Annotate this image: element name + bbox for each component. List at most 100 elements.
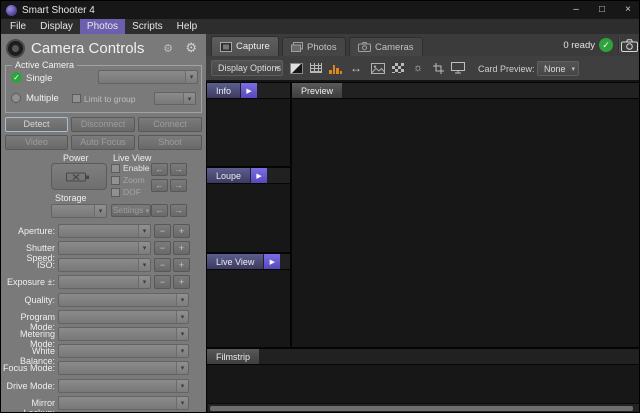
focus-mode-select[interactable]: ▾ (58, 361, 189, 375)
grid-icon[interactable] (307, 60, 325, 76)
info-panel-tab[interactable]: Info (207, 83, 240, 98)
disconnect-button[interactable]: Disconnect (71, 117, 135, 132)
crop-icon[interactable] (429, 60, 447, 76)
monitor-icon[interactable] (449, 60, 467, 76)
decrement-button[interactable]: − (154, 258, 171, 272)
increment-button[interactable]: + (173, 224, 190, 238)
app-logo-icon (6, 5, 17, 16)
cameras-tab-icon (358, 42, 371, 52)
menu-display[interactable]: Display (33, 19, 80, 34)
fit-width-icon[interactable]: ↔ (347, 60, 365, 76)
left-arrow-button[interactable]: ← (151, 163, 168, 176)
detect-button[interactable]: Detect (5, 117, 68, 132)
card-preview-value: None (544, 64, 566, 74)
metering-mode-select[interactable]: ▾ (58, 327, 189, 341)
brightness-icon[interactable]: ☼ (409, 60, 427, 76)
gear-icon[interactable]: ⚙ (163, 42, 173, 55)
capture-toolbar: Display Options ▾ ↔ ☼ (206, 56, 640, 80)
chevron-down-icon: ▾ (146, 208, 150, 215)
menu-scripts[interactable]: Scripts (125, 19, 170, 34)
settings-button[interactable]: Settings ▾ (111, 204, 151, 217)
decrement-button[interactable]: − (154, 275, 171, 289)
filmstrip-scrollbar-thumb[interactable] (210, 406, 633, 411)
mirror-lockup-select[interactable]: ▾ (58, 396, 189, 410)
maximize-button[interactable]: □ (589, 1, 615, 19)
play-icon[interactable]: ▶ (264, 254, 280, 269)
limit-to-group-label: Limit to group (84, 94, 136, 104)
menu-help[interactable]: Help (170, 19, 205, 34)
multiple-radio-label[interactable]: Multiple (26, 93, 59, 104)
single-camera-select[interactable]: ▾ (98, 70, 198, 84)
left-arrow-button[interactable]: ← (151, 204, 168, 217)
enable-checkbox[interactable] (111, 164, 120, 173)
photos-tab-icon (291, 42, 303, 52)
increment-button[interactable]: + (173, 258, 190, 272)
image-icon[interactable] (369, 60, 387, 76)
checkerboard-icon[interactable] (389, 60, 407, 76)
chevron-down-icon: ▾ (185, 71, 197, 83)
tab-capture[interactable]: Capture (211, 36, 279, 56)
program-mode-select[interactable]: ▾ (58, 310, 189, 324)
auto-focus-button[interactable]: Auto Focus (71, 135, 135, 150)
quality-select[interactable]: ▾ (58, 293, 189, 307)
focus-mode-label: Focus Mode: (1, 363, 55, 373)
camera-icon[interactable] (620, 38, 638, 52)
gear-icon[interactable]: ⚙ (185, 40, 197, 56)
zoom-checkbox[interactable] (111, 176, 120, 185)
dof-label: DOF (123, 187, 141, 197)
close-button[interactable]: × (615, 1, 640, 19)
preview-panel-tab[interactable]: Preview (292, 83, 342, 98)
drive-mode-select[interactable]: ▾ (58, 379, 189, 393)
left-arrow-button[interactable]: ← (151, 179, 168, 192)
histogram-icon[interactable] (327, 60, 345, 76)
minimize-button[interactable]: – (563, 1, 589, 19)
right-arrow-button[interactable]: → (170, 163, 187, 176)
info-panel-header: Info ▶ (207, 83, 290, 99)
multiple-radio[interactable] (11, 93, 21, 103)
loupe-panel-tab[interactable]: Loupe (207, 168, 250, 183)
chevron-down-icon: ▾ (176, 380, 188, 392)
white-balance-select[interactable]: ▾ (58, 344, 189, 358)
preview-panel: Preview (291, 82, 640, 348)
dof-checkbox[interactable] (111, 188, 120, 197)
card-preview-select[interactable]: None ▾ (537, 61, 579, 76)
group-select[interactable]: ▾ (154, 92, 196, 105)
quality-label: Quality: (1, 295, 55, 305)
increment-button[interactable]: + (173, 241, 190, 255)
increment-button[interactable]: + (173, 275, 190, 289)
storage-select[interactable]: ▾ (51, 204, 107, 218)
play-icon[interactable]: ▶ (251, 168, 267, 183)
live-view-panel-tab[interactable]: Live View (207, 254, 263, 269)
menu-file[interactable]: File (3, 19, 33, 34)
tab-cameras[interactable]: Cameras (349, 37, 423, 56)
connect-button[interactable]: Connect (138, 117, 202, 132)
aperture-select[interactable]: ▾ (58, 224, 151, 238)
live-view-enable-row: Enable (111, 163, 149, 173)
shutter-speed-select[interactable]: ▾ (58, 241, 151, 255)
enable-label: Enable (123, 163, 149, 173)
right-arrow-button[interactable]: → (170, 204, 187, 217)
param-row: Aperture: ▾ − + (1, 224, 206, 240)
battery-icon (66, 170, 92, 184)
chevron-down-icon: ▾ (183, 93, 195, 104)
tab-photos[interactable]: Photos (282, 37, 346, 56)
play-icon[interactable]: ▶ (241, 83, 257, 98)
exposure-select[interactable]: ▾ (58, 275, 151, 289)
single-radio-label[interactable]: Single (26, 73, 52, 84)
filmstrip-scrollbar[interactable] (208, 403, 639, 412)
right-arrow-button[interactable]: → (170, 179, 187, 192)
video-button[interactable]: Video (5, 135, 68, 150)
iso-select[interactable]: ▾ (58, 258, 151, 272)
decrement-button[interactable]: − (154, 224, 171, 238)
filmstrip-panel-tab[interactable]: Filmstrip (207, 349, 259, 364)
chevron-down-icon: ▾ (571, 65, 575, 73)
limit-to-group-checkbox[interactable] (72, 94, 81, 103)
single-selected-check-icon[interactable]: ✓ (11, 72, 22, 83)
contrast-icon[interactable] (287, 60, 305, 76)
decrement-button[interactable]: − (154, 241, 171, 255)
live-view-label: Live View (113, 153, 151, 163)
shoot-button[interactable]: Shoot (138, 135, 202, 150)
display-options-dropdown[interactable]: Display Options ▾ (211, 60, 283, 76)
menu-photos[interactable]: Photos (80, 19, 125, 34)
chevron-down-icon: ▾ (138, 242, 150, 254)
